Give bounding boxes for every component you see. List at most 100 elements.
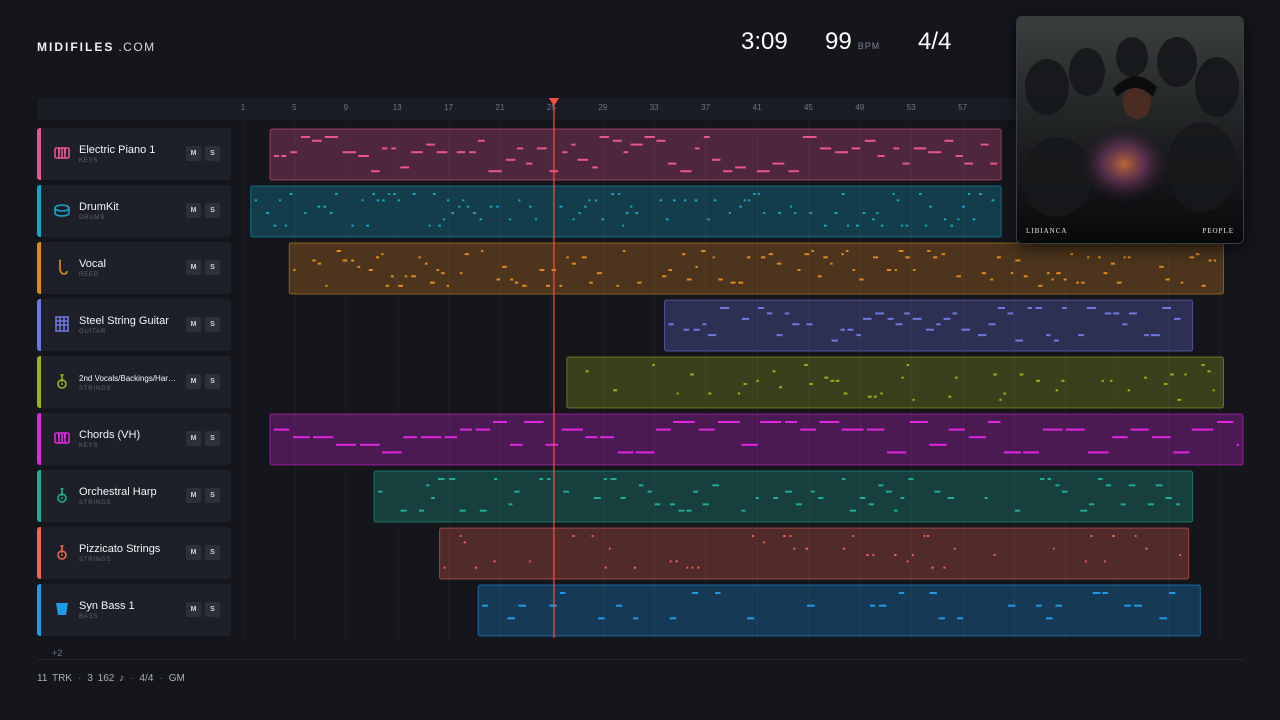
midi-note [473,212,476,214]
midi-clip[interactable] [288,242,1224,295]
midi-clip[interactable] [663,299,1194,352]
midi-note [831,339,838,342]
midi-note [1045,617,1053,620]
midi-note [713,199,717,202]
midi-note [1027,307,1033,309]
midi-note [956,275,961,278]
midi-note [1035,604,1042,607]
midi-note [1038,284,1043,287]
track-category: KEYS [79,158,99,164]
track-category: DRUMS [79,215,105,221]
midi-clip[interactable] [250,185,1002,238]
track-header[interactable]: Syn Bass 1 BASS M S [37,584,231,636]
track-mute-button[interactable]: M [186,260,201,275]
midi-note [880,392,883,395]
midi-note [772,370,776,373]
midi-note [852,269,856,271]
track-mute-button[interactable]: M [186,146,201,161]
midi-note [358,155,369,157]
midi-note [477,139,485,142]
midi-note [760,256,766,259]
midi-note [835,379,840,382]
track-mute-button[interactable]: M [186,317,201,332]
midi-note [886,451,907,454]
track-mute-button[interactable]: M [186,374,201,389]
midi-note [502,265,507,268]
midi-note [366,224,370,227]
track-name: Orchestral Harp [79,486,157,498]
midi-clip[interactable] [269,413,1244,466]
midi-note [909,421,928,423]
track-mute-button[interactable]: M [186,602,201,617]
track-header[interactable]: Steel String Guitar GUITAR M S [37,299,231,351]
midi-note [738,281,744,284]
track-solo-button[interactable]: S [205,317,220,332]
track-header[interactable]: DrumKit DRUMS M S [37,185,231,237]
midi-note [545,443,558,446]
track-solo-button[interactable]: S [205,260,220,275]
midi-note [864,139,876,142]
midi-note [712,256,715,259]
track-mute-button[interactable]: M [186,545,201,560]
midi-note [878,484,884,487]
track-header[interactable]: 2nd Vocals/Backings/Harmonies STRINGS MS [37,356,231,408]
midi-note [776,262,782,265]
midi-note [707,218,710,221]
midi-note [1130,428,1149,431]
midi-note [990,278,994,281]
midi-note [665,218,669,221]
midi-clip[interactable] [566,356,1224,409]
midi-note [638,484,644,487]
midi-note [509,218,512,221]
track-mute-button[interactable]: M [186,431,201,446]
midi-note [806,604,815,607]
midi-note [1134,604,1142,607]
midi-note [1134,535,1137,537]
track-solo-button[interactable]: S [205,431,220,446]
album-cover: LIBIANCA PEOPLE [1016,16,1244,244]
more-tracks-link[interactable]: +2 [52,648,62,658]
midi-note [912,317,922,320]
midi-note [656,428,671,431]
track-mute-button[interactable]: M [186,203,201,218]
midi-note [335,443,356,446]
midi-note [463,541,466,544]
midi-note [525,162,533,165]
midi-note [617,451,634,454]
midi-clip[interactable] [269,128,1002,181]
track-header[interactable]: Chords (VH) KEYS M S [37,413,231,465]
midi-note [300,136,310,138]
midi-note [784,421,797,423]
midi-clip[interactable] [439,527,1190,580]
midi-note [1007,312,1014,315]
midi-note [426,484,430,487]
midi-note [654,503,661,506]
midi-note [849,509,857,512]
midi-note [459,428,472,431]
midi-note [872,554,875,556]
track-solo-button[interactable]: S [205,602,220,617]
midi-note [708,392,712,395]
midi-note [1023,451,1039,454]
midi-note [342,259,348,262]
midi-note [1179,554,1182,556]
track-header[interactable]: Vocal REED M S [37,242,231,294]
midi-note [329,212,333,214]
playhead-marker[interactable] [548,98,559,106]
track-header[interactable]: Pizzicato Strings STRINGS M S [37,527,231,579]
midi-note [819,421,840,423]
track-solo-button[interactable]: S [205,488,220,503]
midi-note [686,278,692,281]
track-header[interactable]: Orchestral Harp STRINGS M S [37,470,231,522]
midi-note [325,284,328,287]
track-header[interactable]: Electric Piano 1 KEYS M S [37,128,231,180]
track-solo-button[interactable]: S [205,374,220,389]
track-solo-button[interactable]: S [205,146,220,161]
midi-note [847,328,854,331]
midi-note [747,199,751,202]
midi-clip[interactable] [477,584,1201,637]
midi-note [904,312,910,315]
track-solo-button[interactable]: S [205,203,220,218]
track-mute-button[interactable]: M [186,488,201,503]
track-solo-button[interactable]: S [205,545,220,560]
